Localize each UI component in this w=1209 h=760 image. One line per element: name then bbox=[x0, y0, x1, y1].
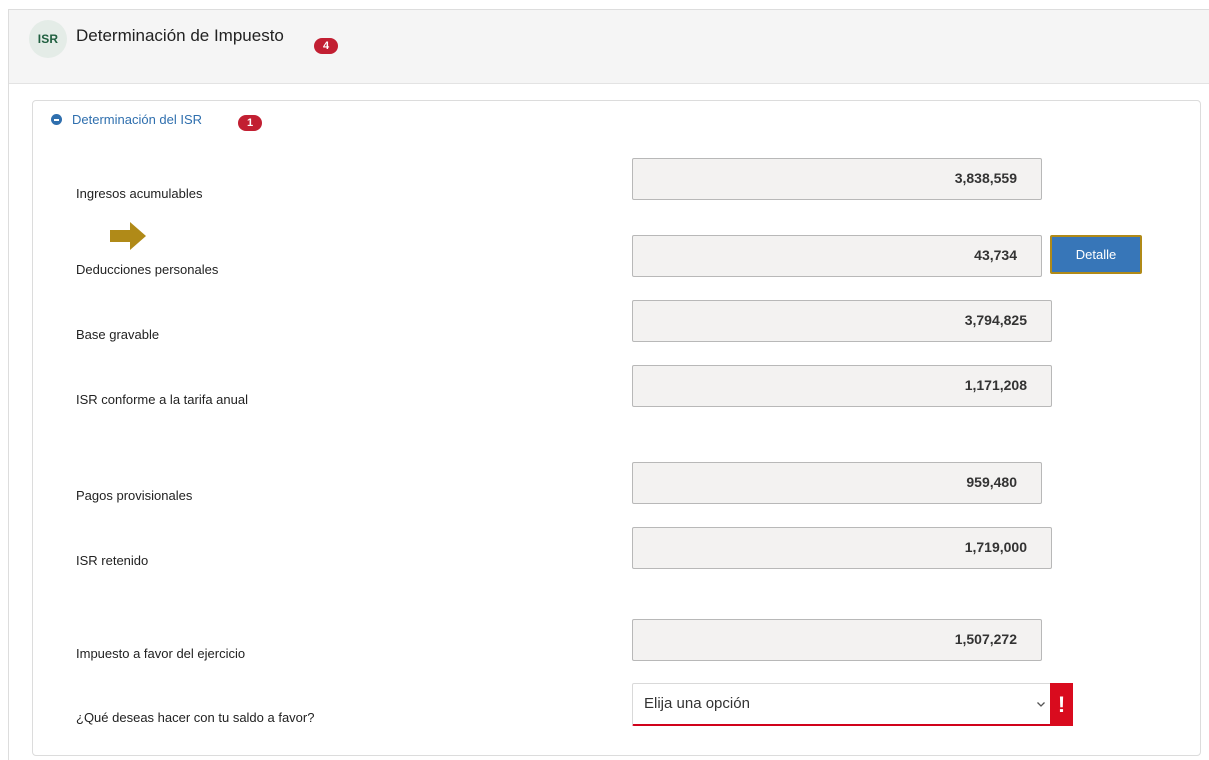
field-isr-retenido[interactable]: 1,719,000 bbox=[632, 527, 1052, 569]
field-ingresos-acumulables[interactable]: 3,838,559 bbox=[632, 158, 1042, 200]
section-toggle-determinacion-isr[interactable]: Determinación del ISR bbox=[51, 112, 202, 127]
field-isr-tarifa-anual[interactable]: 1,171,208 bbox=[632, 365, 1052, 407]
label-isr-retenido: ISR retenido bbox=[76, 553, 149, 568]
label-pagos-provisionales: Pagos provisionales bbox=[76, 488, 193, 503]
label-impuesto-a-favor: Impuesto a favor del ejercicio bbox=[76, 646, 246, 661]
field-base-gravable[interactable]: 3,794,825 bbox=[632, 300, 1052, 342]
panel-header bbox=[9, 10, 1209, 84]
minus-circle-icon bbox=[51, 114, 62, 125]
isr-badge-icon: ISR bbox=[29, 20, 67, 58]
field-deducciones-personales[interactable]: 43,734 bbox=[632, 235, 1042, 277]
error-indicator: ! bbox=[1050, 683, 1073, 726]
saldo-a-favor-select[interactable]: Elija una opción bbox=[632, 683, 1052, 726]
header-count-badge: 4 bbox=[314, 38, 338, 54]
section-title: Determinación del ISR bbox=[72, 112, 203, 127]
label-isr-tarifa-anual: ISR conforme a la tarifa anual bbox=[76, 392, 248, 407]
panel-title: Determinación de Impuesto bbox=[76, 26, 284, 45]
label-deducciones-personales: Deducciones personales bbox=[76, 262, 219, 277]
field-impuesto-a-favor[interactable]: 1,507,272 bbox=[632, 619, 1042, 661]
right-arrow-icon bbox=[110, 222, 146, 250]
label-base-gravable: Base gravable bbox=[76, 327, 160, 342]
label-saldo-a-favor: ¿Qué deseas hacer con tu saldo a favor? bbox=[76, 710, 315, 725]
chevron-down-icon[interactable] bbox=[1036, 699, 1046, 709]
label-ingresos-acumulables: Ingresos acumulables bbox=[76, 186, 203, 201]
field-pagos-provisionales[interactable]: 959,480 bbox=[632, 462, 1042, 504]
detalle-button[interactable]: Detalle bbox=[1050, 235, 1142, 274]
section-count-badge: 1 bbox=[238, 115, 262, 131]
